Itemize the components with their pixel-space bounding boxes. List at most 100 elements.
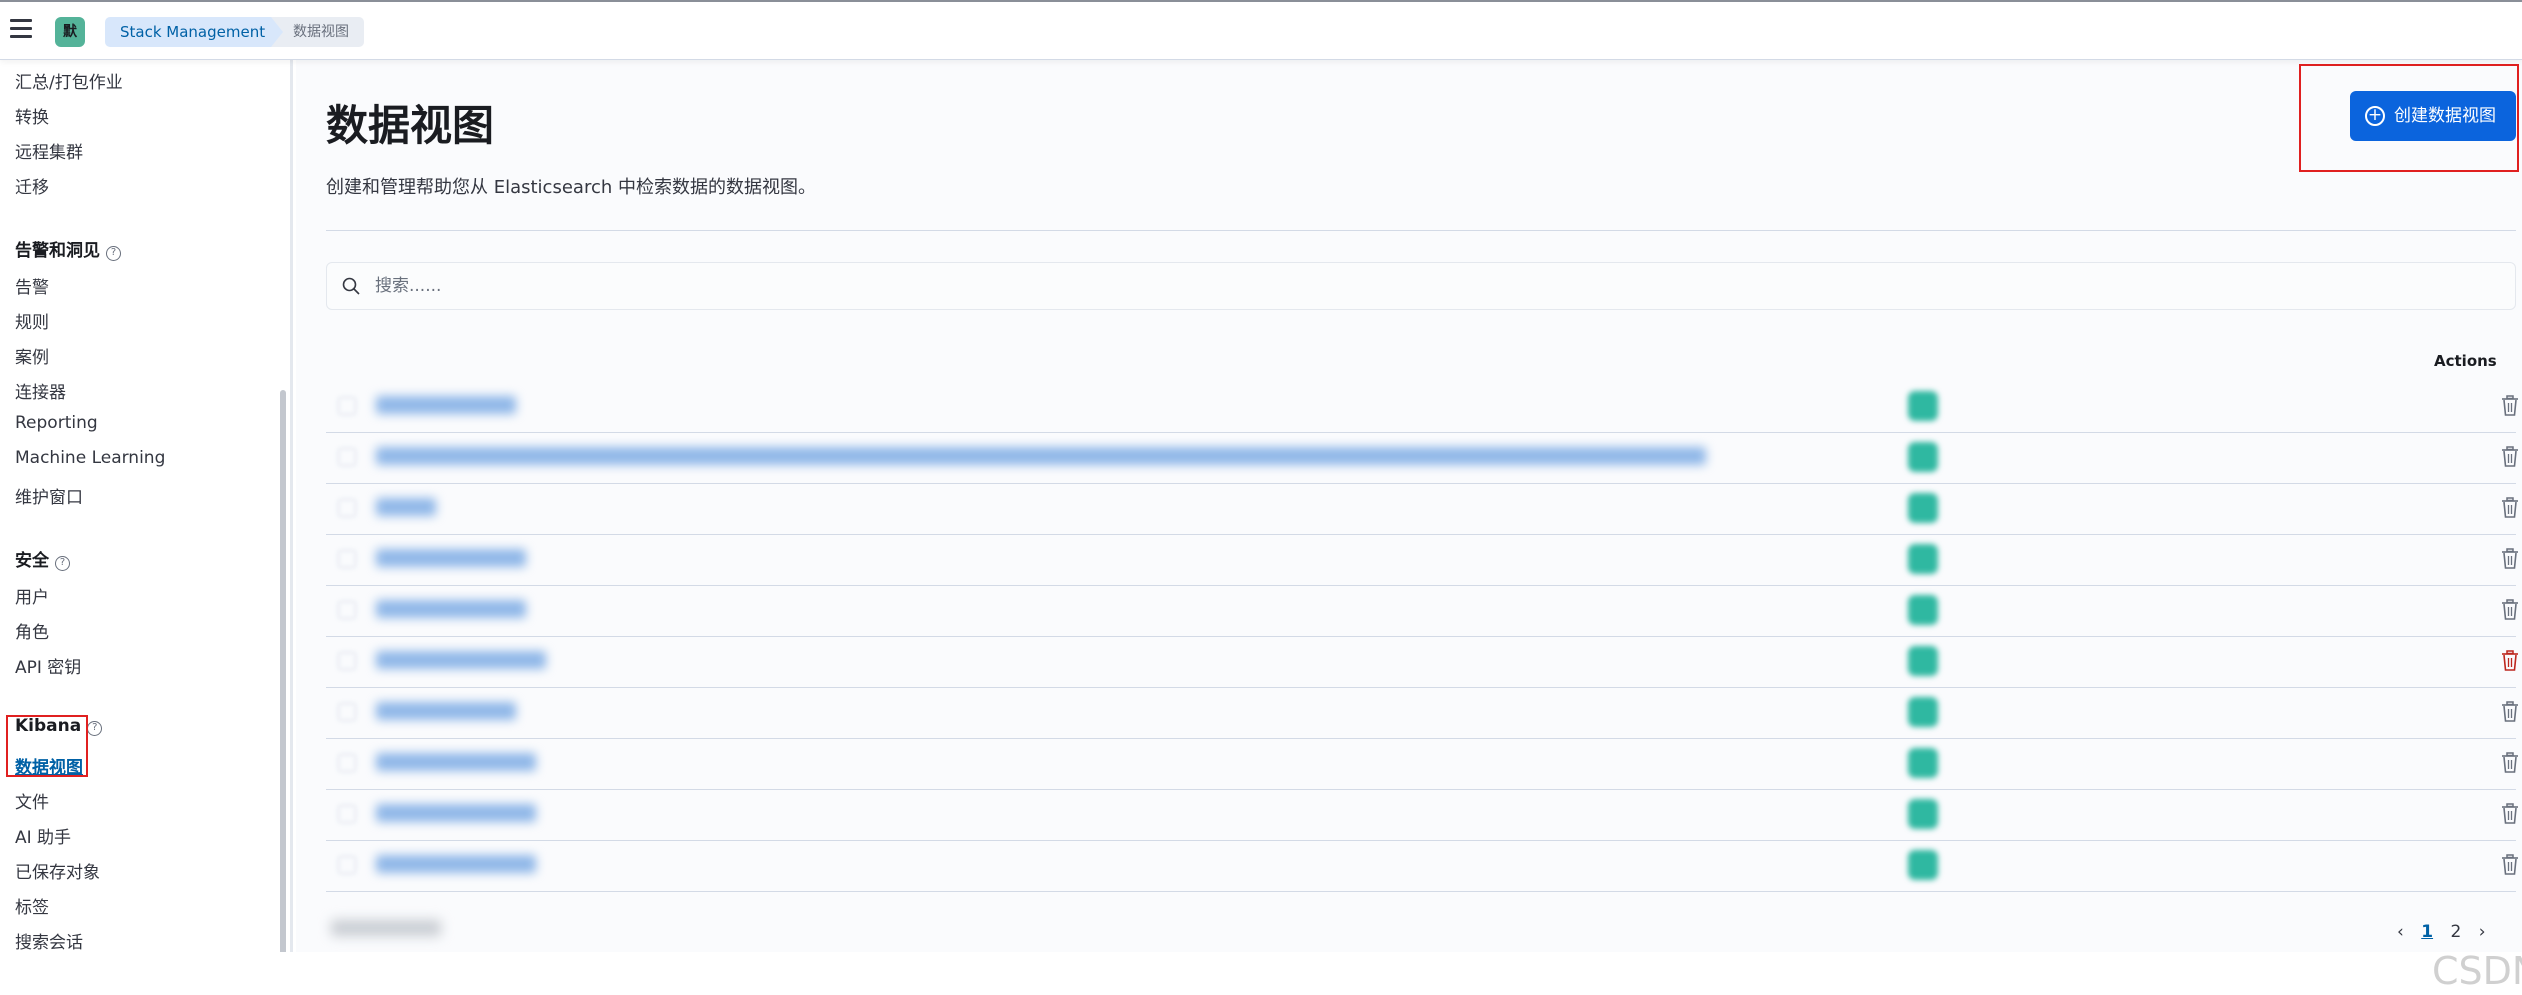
data-view-name-link[interactable] bbox=[376, 396, 516, 414]
delete-trash-icon[interactable] bbox=[2500, 598, 2520, 622]
delete-trash-icon[interactable] bbox=[2500, 700, 2520, 724]
search-icon bbox=[342, 277, 360, 295]
data-view-name-link[interactable] bbox=[376, 651, 546, 669]
data-view-name-link[interactable] bbox=[376, 804, 536, 822]
space-badge bbox=[1908, 442, 1938, 472]
watermark: CSDN @熊の力量 bbox=[2432, 949, 2522, 993]
data-view-name-link[interactable] bbox=[376, 549, 526, 567]
page-description: 创建和管理帮助您从 Elasticsearch 中检索数据的数据视图。 bbox=[326, 177, 816, 198]
row-checkbox[interactable] bbox=[338, 652, 356, 670]
table-row bbox=[326, 535, 2518, 586]
row-checkbox[interactable] bbox=[338, 754, 356, 772]
sidebar-item-api-keys[interactable]: API 密钥 bbox=[15, 653, 81, 678]
space-badge bbox=[1908, 748, 1938, 778]
sidebar-item-roles[interactable]: 角色 bbox=[15, 618, 49, 643]
table-row bbox=[326, 688, 2518, 739]
delete-trash-icon[interactable] bbox=[2500, 802, 2520, 826]
table-row bbox=[326, 790, 2518, 841]
highlight-box bbox=[2299, 64, 2519, 172]
sidebar-item-remote-clusters[interactable]: 远程集群 bbox=[15, 138, 83, 163]
data-view-name-link[interactable] bbox=[376, 600, 526, 618]
sidebar-item-search-sessions[interactable]: 搜索会话 bbox=[15, 928, 83, 952]
table-row bbox=[326, 739, 2518, 790]
row-checkbox[interactable] bbox=[338, 550, 356, 568]
actions-column-header: Actions bbox=[2434, 352, 2497, 370]
data-view-name-link[interactable] bbox=[376, 753, 536, 771]
page-2-button[interactable]: 2 bbox=[2450, 922, 2461, 942]
page-1-button[interactable]: 1 bbox=[2421, 922, 2433, 942]
space-badge bbox=[1908, 697, 1938, 727]
search-input[interactable] bbox=[375, 263, 2475, 309]
delete-trash-icon[interactable] bbox=[2500, 853, 2520, 877]
sidebar-item-alerts[interactable]: 告警 bbox=[15, 273, 49, 298]
breadcrumb-stack-management[interactable]: Stack Management bbox=[105, 17, 289, 47]
data-view-name-link[interactable] bbox=[376, 855, 536, 873]
table-row bbox=[326, 637, 2518, 688]
pagination: ‹ 1 2 › bbox=[2397, 922, 2498, 942]
space-badge bbox=[1908, 850, 1938, 880]
help-icon[interactable]: ? bbox=[55, 556, 70, 571]
heading-label: 告警和洞见 bbox=[15, 241, 100, 261]
row-checkbox[interactable] bbox=[338, 856, 356, 874]
table-row bbox=[326, 484, 2518, 535]
table-row bbox=[326, 382, 2518, 433]
sidebar-item-rules[interactable]: 规则 bbox=[15, 308, 49, 333]
prev-page-icon[interactable]: ‹ bbox=[2397, 922, 2404, 942]
space-badge bbox=[1908, 544, 1938, 574]
table-row bbox=[326, 586, 2518, 637]
main-content: 数据视图 创建和管理帮助您从 Elasticsearch 中检索数据的数据视图。… bbox=[296, 60, 2522, 993]
space-badge bbox=[1908, 391, 1938, 421]
delete-trash-icon[interactable] bbox=[2500, 394, 2520, 418]
sidebar-item-tags[interactable]: 标签 bbox=[15, 893, 49, 918]
space-badge bbox=[1908, 799, 1938, 829]
space-avatar[interactable]: 默 bbox=[55, 17, 85, 47]
sidebar-item-connectors[interactable]: 连接器 bbox=[15, 378, 66, 403]
sidebar-item-ai-assistant[interactable]: AI 助手 bbox=[15, 823, 71, 848]
row-checkbox[interactable] bbox=[338, 601, 356, 619]
top-header: 默 Stack Management 数据视图 bbox=[0, 0, 2522, 60]
table-row bbox=[326, 433, 2518, 484]
delete-trash-icon[interactable] bbox=[2500, 547, 2520, 571]
menu-icon[interactable] bbox=[10, 19, 32, 39]
sidebar-item-maintenance-windows[interactable]: 维护窗口 bbox=[15, 483, 83, 508]
rows-per-page-control[interactable] bbox=[331, 920, 441, 936]
space-badge bbox=[1908, 493, 1938, 523]
sidebar-item-rollup-jobs[interactable]: 汇总/打包作业 bbox=[15, 68, 123, 93]
space-badge bbox=[1908, 595, 1938, 625]
sidebar-heading-security: 安全? bbox=[15, 546, 70, 571]
help-icon[interactable]: ? bbox=[87, 721, 103, 736]
delete-trash-icon[interactable] bbox=[2500, 649, 2520, 673]
heading-label: 安全 bbox=[15, 551, 49, 571]
sidebar-scrollbar[interactable] bbox=[280, 390, 286, 952]
row-checkbox[interactable] bbox=[338, 805, 356, 823]
sidebar-item-reporting[interactable]: Reporting bbox=[15, 413, 98, 433]
search-field[interactable] bbox=[326, 262, 2516, 310]
sidebar-item-migrate[interactable]: 迁移 bbox=[15, 173, 49, 198]
highlight-box bbox=[6, 715, 88, 777]
row-checkbox[interactable] bbox=[338, 448, 356, 466]
sidebar-item-users[interactable]: 用户 bbox=[15, 583, 49, 608]
row-checkbox[interactable] bbox=[338, 703, 356, 721]
table-row bbox=[326, 841, 2518, 892]
row-checkbox[interactable] bbox=[338, 499, 356, 517]
data-view-name-link[interactable] bbox=[376, 498, 436, 516]
sidebar-heading-alerts: 告警和洞见? bbox=[15, 236, 121, 261]
row-checkbox[interactable] bbox=[338, 397, 356, 415]
next-page-icon[interactable]: › bbox=[2479, 922, 2486, 942]
delete-trash-icon[interactable] bbox=[2500, 751, 2520, 775]
sidebar-item-saved-objects[interactable]: 已保存对象 bbox=[15, 858, 100, 883]
sidebar-item-cases[interactable]: 案例 bbox=[15, 343, 49, 368]
breadcrumb-data-views: 数据视图 bbox=[271, 17, 364, 47]
data-view-name-link[interactable] bbox=[376, 447, 1706, 465]
space-badge bbox=[1908, 646, 1938, 676]
sidebar-item-machine-learning[interactable]: Machine Learning bbox=[15, 448, 165, 468]
delete-trash-icon[interactable] bbox=[2500, 496, 2520, 520]
data-view-name-link[interactable] bbox=[376, 702, 516, 720]
sidebar: 汇总/打包作业 转换 远程集群 迁移 告警和洞见? 告警 规则 案例 连接器 R… bbox=[0, 60, 293, 952]
sidebar-item-transforms[interactable]: 转换 bbox=[15, 103, 49, 128]
help-icon[interactable]: ? bbox=[106, 246, 121, 261]
sidebar-item-files[interactable]: 文件 bbox=[15, 788, 49, 813]
page-title: 数据视图 bbox=[326, 101, 495, 150]
divider bbox=[326, 230, 2516, 231]
delete-trash-icon[interactable] bbox=[2500, 445, 2520, 469]
